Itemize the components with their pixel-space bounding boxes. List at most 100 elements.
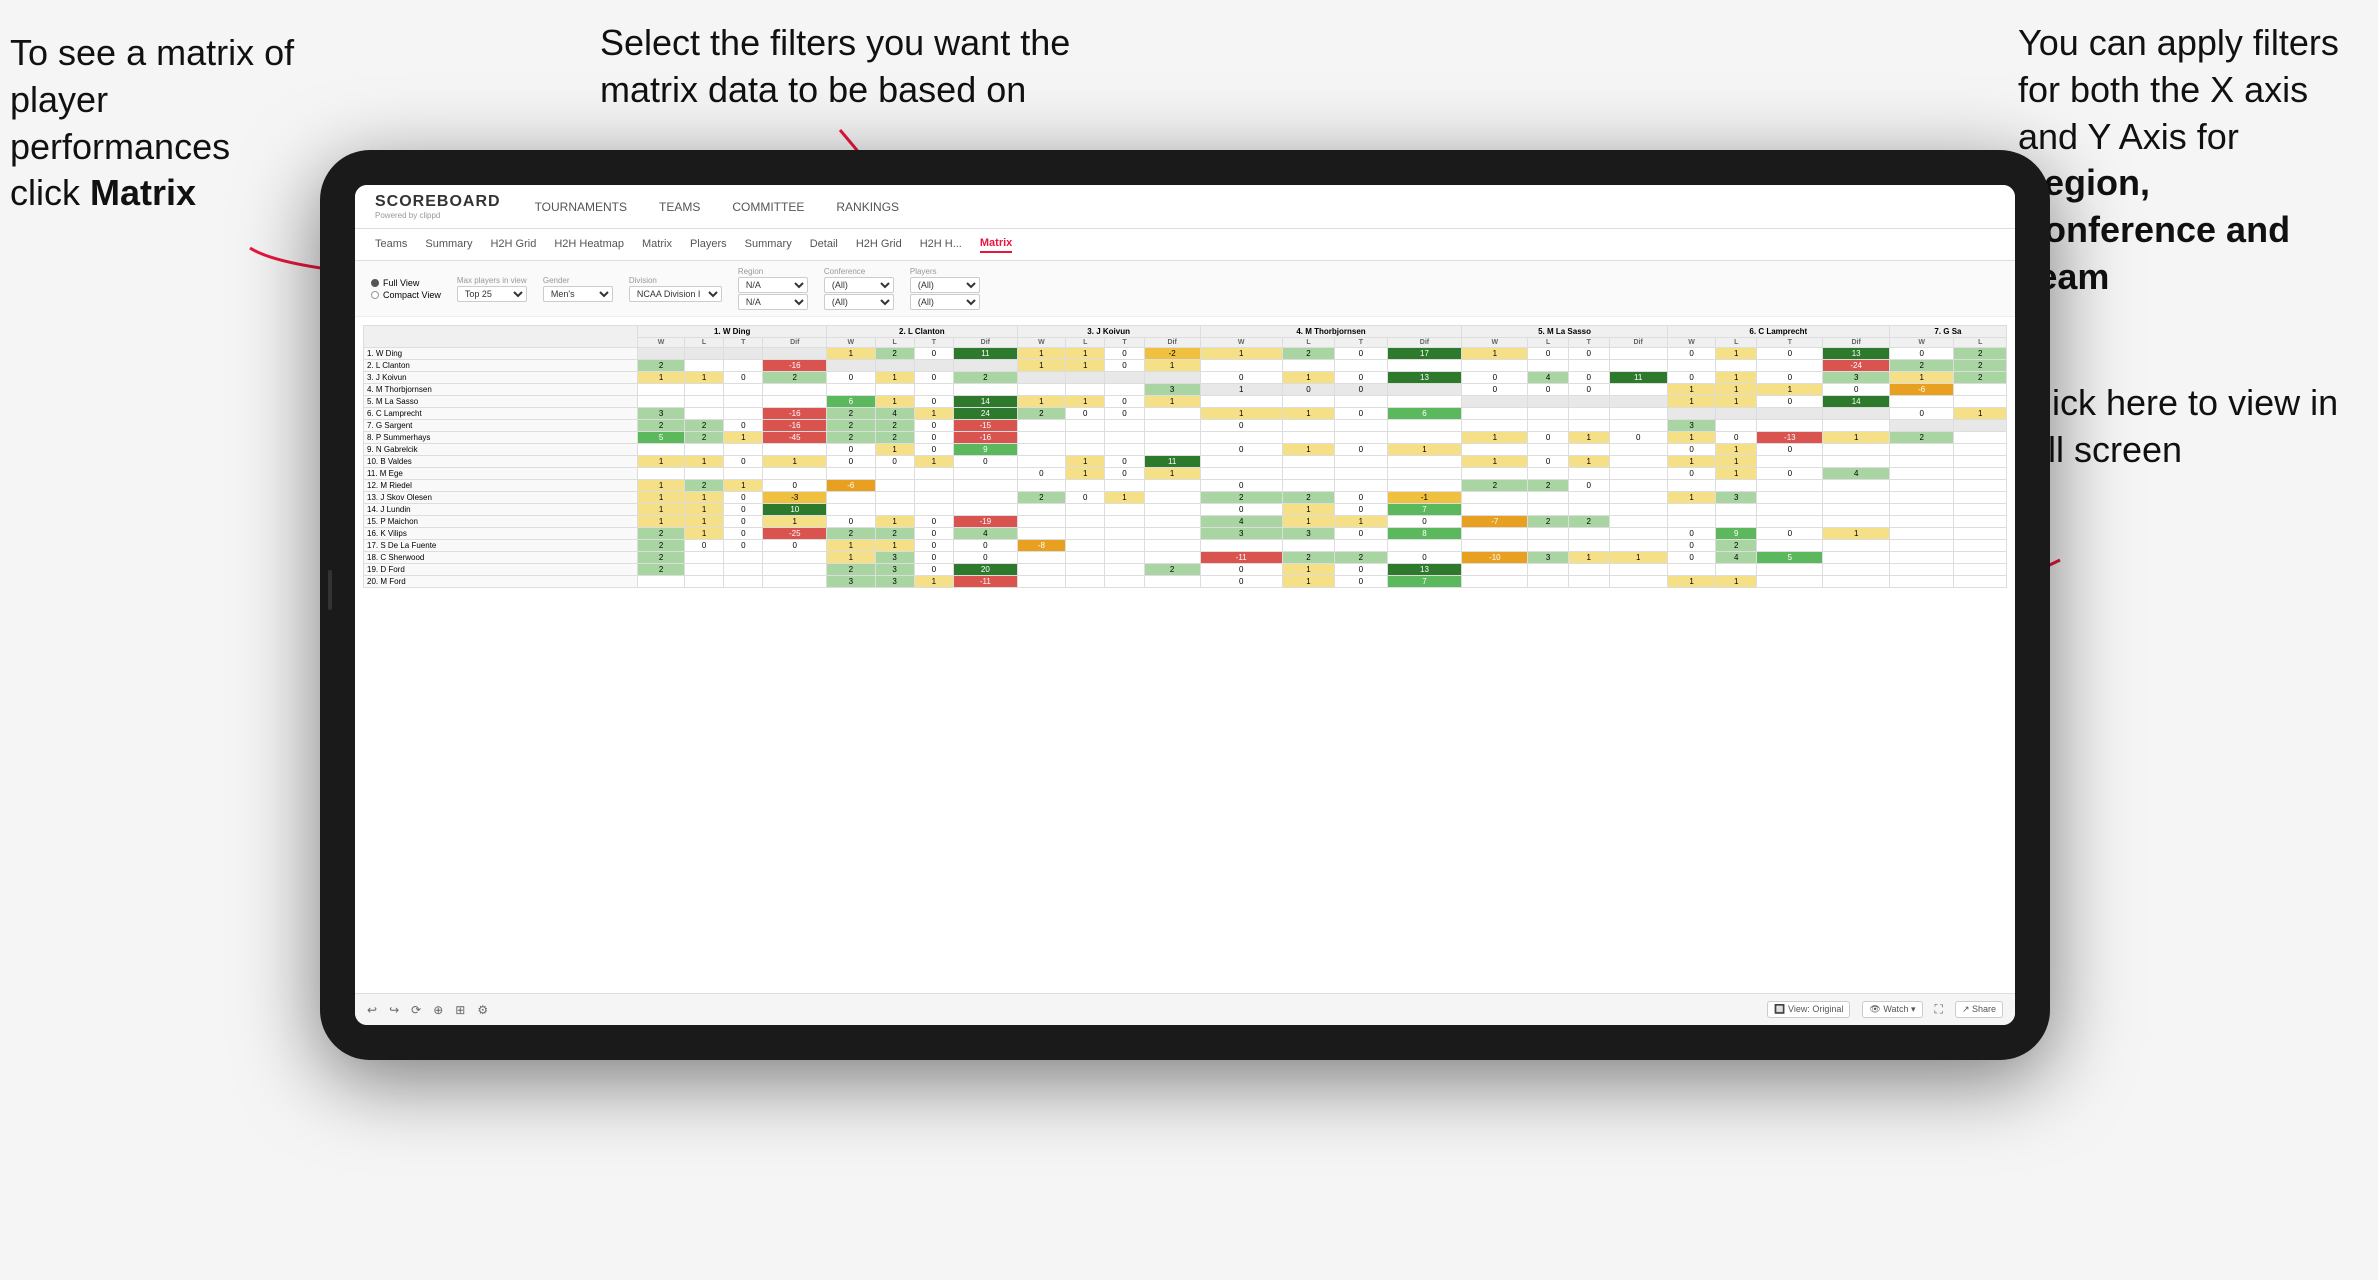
matrix-cell: 1 (1716, 348, 1757, 360)
matrix-cell: 1 (684, 492, 723, 504)
sh-w3: W (1017, 338, 1065, 348)
matrix-cell (1667, 564, 1716, 576)
grid-icon[interactable]: ⊞ (455, 1003, 465, 1017)
matrix-cell: 13 (1823, 348, 1889, 360)
player-name-cell: 15. P Maichon (364, 516, 638, 528)
matrix-cell (1716, 420, 1757, 432)
sh-t1: T (724, 338, 763, 348)
view-original-btn[interactable]: 🔲 View: Original (1767, 1001, 1850, 1018)
tab-teams[interactable]: Teams (375, 238, 407, 252)
tab-detail[interactable]: Detail (810, 238, 838, 252)
fullscreen-icon[interactable]: ⛶ (1935, 1002, 1943, 1017)
matrix-cell (763, 396, 827, 408)
filter-conference-x-select[interactable]: (All) (824, 277, 894, 293)
matrix-cell (1282, 432, 1334, 444)
filter-region-x-select[interactable]: N/A (738, 277, 808, 293)
sh-w6: W (1667, 338, 1716, 348)
col-header-2: 2. L Clanton (827, 326, 1018, 338)
matrix-cell (1462, 504, 1528, 516)
matrix-cell: 1 (638, 492, 685, 504)
matrix-cell (1335, 396, 1387, 408)
matrix-cell (763, 384, 827, 396)
add-icon[interactable]: ⊕ (433, 1003, 443, 1017)
matrix-cell: 1 (1667, 456, 1716, 468)
nav-rankings[interactable]: RANKINGS (832, 200, 903, 214)
matrix-cell: 2 (1282, 348, 1334, 360)
matrix-cell: 2 (1462, 480, 1528, 492)
sh-l5: L (1528, 338, 1569, 348)
nav-teams[interactable]: TEAMS (655, 200, 704, 214)
matrix-cell (1462, 540, 1528, 552)
tab-players-summary[interactable]: Summary (745, 238, 792, 252)
matrix-cell (1528, 504, 1569, 516)
matrix-cell (1889, 480, 1954, 492)
table-row: 20. M Ford331-11010711 (364, 576, 2007, 588)
matrix-cell (1757, 576, 1823, 588)
filter-division-select[interactable]: NCAA Division I (629, 286, 722, 302)
matrix-cell (1609, 492, 1667, 504)
watch-btn[interactable]: 👁 Watch ▾ (1862, 1001, 1922, 1018)
tab-h2h-heatmap[interactable]: H2H Heatmap (554, 238, 624, 252)
tab-matrix-active[interactable]: Matrix (980, 237, 1012, 253)
matrix-cell: 0 (763, 540, 827, 552)
matrix-cell: 2 (827, 432, 875, 444)
player-name-cell: 9. N Gabrelcik (364, 444, 638, 456)
matrix-cell: 3 (827, 576, 875, 588)
filter-players-y-select[interactable]: (All) (910, 294, 980, 310)
matrix-cell: 1 (1462, 456, 1528, 468)
nav-committee[interactable]: COMMITTEE (728, 200, 808, 214)
matrix-cell (1528, 468, 1569, 480)
matrix-cell: 1 (1568, 432, 1609, 444)
tab-h2h-h[interactable]: H2H H... (920, 238, 962, 252)
nav-tournaments[interactable]: TOURNAMENTS (531, 200, 631, 214)
filter-players-x-select[interactable]: (All) (910, 277, 980, 293)
matrix-cell: 8 (1387, 528, 1462, 540)
matrix-cell: 1 (1667, 432, 1716, 444)
matrix-cell (684, 396, 723, 408)
tab-h2h-grid-2[interactable]: H2H Grid (856, 238, 902, 252)
matrix-cell (1609, 540, 1667, 552)
matrix-cell (1282, 540, 1334, 552)
matrix-cell (1105, 420, 1144, 432)
matrix-cell (827, 504, 875, 516)
matrix-cell (1823, 480, 1889, 492)
full-view-option[interactable]: Full View (371, 278, 441, 288)
tab-summary[interactable]: Summary (425, 238, 472, 252)
redo-icon[interactable]: ↪ (389, 1003, 399, 1017)
settings-icon[interactable]: ⚙ (477, 1003, 488, 1017)
tab-h2h-grid[interactable]: H2H Grid (490, 238, 536, 252)
matrix-cell: 0 (1200, 564, 1282, 576)
matrix-cell: 2 (1017, 408, 1065, 420)
matrix-cell: 2 (638, 420, 685, 432)
filter-gender-select[interactable]: Men's (543, 286, 613, 302)
annotation-right: You can apply filters for both the X axi… (2018, 20, 2358, 301)
matrix-cell (1105, 432, 1144, 444)
matrix-cell: 0 (1757, 468, 1823, 480)
filter-max-players-select[interactable]: Top 25 (457, 286, 527, 302)
matrix-cell: -10 (1462, 552, 1528, 564)
matrix-cell: 1 (875, 372, 914, 384)
refresh-icon[interactable]: ⟳ (411, 1003, 421, 1017)
tab-players[interactable]: Players (690, 238, 727, 252)
filter-conference-y-select[interactable]: (All) (824, 294, 894, 310)
filter-region-y-select[interactable]: N/A (738, 294, 808, 310)
matrix-cell: 2 (1954, 360, 2007, 372)
matrix-cell (1954, 492, 2007, 504)
undo-icon[interactable]: ↩ (367, 1003, 377, 1017)
compact-view-option[interactable]: Compact View (371, 290, 441, 300)
table-row: 13. J Skov Olesen110-3201220-113 (364, 492, 2007, 504)
matrix-cell: 0 (724, 372, 763, 384)
matrix-cell: 1 (875, 396, 914, 408)
player-name-cell: 5. M La Sasso (364, 396, 638, 408)
matrix-cell (1105, 552, 1144, 564)
table-row: 3. J Koivun110201020101304011010312 (364, 372, 2007, 384)
tab-matrix[interactable]: Matrix (642, 238, 672, 252)
matrix-cell: 1 (1462, 348, 1528, 360)
matrix-cell: 1 (1757, 384, 1823, 396)
share-btn[interactable]: ↗ Share (1955, 1001, 2003, 1018)
matrix-cell (1462, 468, 1528, 480)
matrix-cell (1609, 444, 1667, 456)
matrix-cell (1462, 576, 1528, 588)
matrix-cell: 0 (1528, 348, 1569, 360)
matrix-cell (827, 384, 875, 396)
